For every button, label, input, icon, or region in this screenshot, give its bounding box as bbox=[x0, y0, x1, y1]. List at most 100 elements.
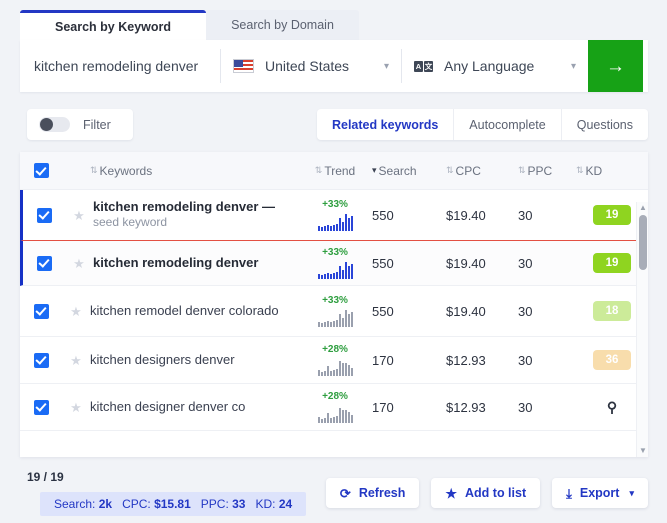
column-header-keywords[interactable]: ⇅ Keywords bbox=[90, 164, 298, 178]
tab-autocomplete[interactable]: Autocomplete bbox=[454, 109, 562, 140]
tab-search-by-keyword[interactable]: Search by Keyword bbox=[20, 10, 206, 40]
sort-icon: ⇅ bbox=[90, 165, 97, 175]
chevron-down-icon: ▾ bbox=[383, 60, 389, 72]
trend-sparkline bbox=[317, 261, 353, 279]
chevron-down-icon: ▾ bbox=[570, 60, 576, 72]
column-header-cpc[interactable]: ⇅ CPC bbox=[446, 164, 518, 178]
star-icon[interactable]: ★ bbox=[70, 354, 82, 367]
column-label: Search bbox=[378, 163, 417, 178]
trend-sparkline bbox=[317, 359, 353, 376]
star-icon[interactable]: ★ bbox=[73, 257, 85, 270]
add-to-list-button[interactable]: ★ Add to list bbox=[431, 478, 541, 508]
language-label: Any Language bbox=[444, 58, 535, 74]
table-scrollbar[interactable]: ▲ ▼ bbox=[636, 202, 648, 457]
ppc-cell: 30 bbox=[518, 255, 533, 271]
trend-cell: +33% bbox=[298, 199, 372, 231]
search-icon[interactable]: ⚲ bbox=[607, 399, 617, 416]
table-row[interactable]: ★ kitchen designer denver co +28% 170 $1… bbox=[20, 384, 648, 431]
cpc-cell: $19.40 bbox=[446, 207, 486, 223]
stat-item: PPC: 33 bbox=[200, 497, 246, 511]
aggregate-stats-badge: Search: 2k CPC: $15.81 PPC: 33 KD: 24 bbox=[40, 492, 307, 516]
trend-cell: +28% bbox=[298, 390, 372, 423]
select-all-checkbox[interactable] bbox=[33, 163, 49, 178]
tab-questions[interactable]: Questions bbox=[561, 109, 648, 140]
export-button[interactable]: ⤓ Export ▾ bbox=[552, 478, 648, 508]
result-view-tabs: Related keywords Autocomplete Questions bbox=[316, 109, 648, 140]
table-row[interactable]: ★ kitchen designers denver +28% 170 $12.… bbox=[20, 337, 648, 384]
column-label: PPC bbox=[527, 163, 553, 178]
scrollbar-thumb[interactable] bbox=[639, 215, 647, 270]
ppc-cell: 30 bbox=[518, 399, 533, 415]
search-input[interactable] bbox=[34, 58, 206, 74]
trend-percent: +28% bbox=[322, 343, 348, 355]
sort-desc-icon: ▾ bbox=[372, 165, 376, 175]
star-icon[interactable]: ★ bbox=[70, 401, 82, 414]
keyword-text: kitchen designer denver co bbox=[90, 398, 246, 414]
row-checkbox[interactable] bbox=[33, 352, 49, 368]
trend-percent: +28% bbox=[322, 390, 348, 402]
toggle-switch[interactable] bbox=[39, 117, 70, 132]
trend-percent: +33% bbox=[322, 294, 348, 306]
ppc-cell: 30 bbox=[518, 303, 533, 319]
row-star-cell[interactable]: ★ bbox=[65, 209, 93, 222]
row-checkbox[interactable] bbox=[36, 207, 52, 223]
kd-badge: 36 bbox=[593, 350, 631, 370]
table-body: ★ kitchen remodeling denver — seed keywo… bbox=[20, 190, 648, 457]
sort-icon: ⇅ bbox=[576, 165, 583, 175]
trend-sparkline bbox=[317, 213, 353, 231]
country-selector[interactable]: United States ▾ bbox=[221, 40, 401, 92]
row-select-cell bbox=[23, 207, 65, 223]
star-icon[interactable]: ★ bbox=[70, 305, 82, 318]
keyword-text: kitchen remodel denver colorado bbox=[90, 302, 279, 318]
column-label: Keywords bbox=[99, 163, 153, 178]
refresh-icon: ⟳ bbox=[339, 485, 351, 501]
chevron-down-icon: ▾ bbox=[629, 487, 634, 498]
row-star-cell[interactable]: ★ bbox=[62, 401, 90, 414]
sort-icon: ⇅ bbox=[314, 165, 322, 175]
star-icon[interactable]: ★ bbox=[73, 209, 85, 222]
search-volume-cell: 170 bbox=[372, 399, 394, 415]
search-submit-button[interactable]: → bbox=[588, 40, 643, 92]
column-header-trend[interactable]: ⇅ Trend bbox=[298, 164, 372, 178]
table-row[interactable]: ★ kitchen remodeling denver — seed keywo… bbox=[20, 190, 648, 241]
kd-badge: 18 bbox=[593, 301, 631, 321]
scroll-down-icon[interactable]: ▼ bbox=[639, 447, 647, 455]
stat-item: KD: 24 bbox=[255, 497, 293, 511]
column-header-kd[interactable]: ⇅ KD bbox=[576, 164, 648, 178]
keyword-cell: kitchen remodeling denver bbox=[93, 255, 298, 271]
refresh-label: Refresh bbox=[358, 486, 406, 500]
row-star-cell[interactable]: ★ bbox=[62, 305, 90, 318]
trend-cell: +33% bbox=[298, 294, 372, 327]
keywords-table: ⇅ Keywords ⇅ Trend ▾ Search ⇅ CPC ⇅ PPC … bbox=[20, 152, 648, 457]
tab-search-by-domain[interactable]: Search by Domain bbox=[206, 10, 359, 40]
row-checkbox[interactable] bbox=[36, 255, 52, 271]
row-star-cell[interactable]: ★ bbox=[62, 354, 90, 367]
sort-icon: ⇅ bbox=[446, 165, 453, 175]
stat-item: CPC: $15.81 bbox=[122, 497, 191, 511]
search-bar: United States ▾ A文 Any Language ▾ → bbox=[20, 40, 648, 92]
tab-related-keywords[interactable]: Related keywords bbox=[316, 109, 455, 140]
table-row[interactable]: ★ kitchen remodel denver colorado +33% 5… bbox=[20, 286, 648, 337]
row-select-cell bbox=[23, 255, 65, 271]
search-mode-tabs: Search by Keyword Search by Domain bbox=[20, 10, 359, 40]
row-checkbox[interactable] bbox=[33, 303, 49, 319]
column-header-ppc[interactable]: ⇅ PPC bbox=[518, 164, 576, 178]
keyword-cell: kitchen remodeling denver — seed keyword bbox=[93, 199, 298, 231]
search-volume-cell: 170 bbox=[372, 352, 394, 368]
row-select-cell bbox=[20, 303, 62, 319]
column-header-search[interactable]: ▾ Search bbox=[372, 164, 446, 178]
row-star-cell[interactable]: ★ bbox=[65, 257, 93, 270]
table-row[interactable]: ★ kitchen remodeling denver +33% 550 $19… bbox=[20, 241, 648, 286]
scroll-up-icon[interactable]: ▲ bbox=[639, 204, 647, 212]
cpc-cell: $12.93 bbox=[446, 399, 486, 415]
cpc-cell: $12.93 bbox=[446, 352, 486, 368]
kd-badge: 19 bbox=[593, 205, 631, 225]
refresh-button[interactable]: ⟳ Refresh bbox=[325, 478, 420, 508]
row-checkbox[interactable] bbox=[33, 399, 49, 415]
filter-toggle[interactable]: Filter bbox=[27, 109, 133, 140]
language-selector[interactable]: A文 Any Language ▾ bbox=[402, 40, 588, 92]
result-count: 19 / 19 bbox=[27, 470, 64, 484]
ppc-cell: 30 bbox=[518, 207, 533, 223]
search-volume-cell: 550 bbox=[372, 207, 394, 223]
keyword-input-wrapper[interactable] bbox=[20, 40, 220, 92]
